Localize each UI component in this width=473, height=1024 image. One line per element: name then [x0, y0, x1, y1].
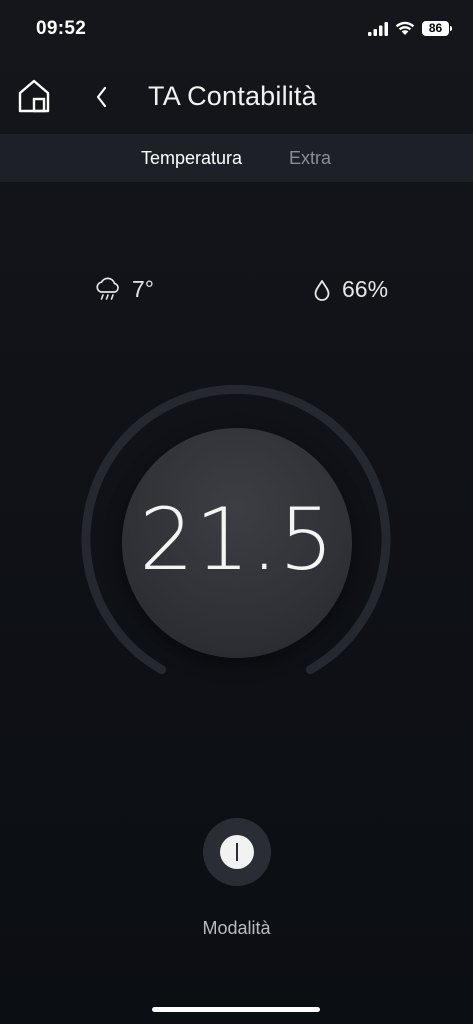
wifi-icon [395, 21, 415, 35]
home-icon[interactable] [17, 78, 51, 114]
signal-icon [368, 21, 388, 36]
humidity-value: 66% [342, 276, 389, 302]
water-drop-icon [314, 279, 330, 301]
rain-cloud-icon [96, 277, 119, 300]
outdoor-temperature: 7° [94, 276, 154, 303]
battery-level: 86 [428, 21, 443, 35]
back-chevron-icon[interactable] [92, 84, 112, 110]
setpoint-temperature: 21.5 [139, 490, 335, 590]
tab-bar: Temperatura Extra [0, 134, 473, 182]
tab-extra[interactable]: Extra [289, 148, 331, 169]
mode-button[interactable] [203, 818, 271, 886]
status-icons: 86 [368, 21, 452, 36]
status-bar: 09:52 86 [0, 0, 473, 60]
status-time: 09:52 [36, 18, 87, 39]
tab-temperatura[interactable]: Temperatura [141, 148, 242, 169]
nav-bar: TA Contabilità [0, 60, 473, 134]
page-title: TA Contabilità [148, 81, 317, 111]
mode-label: Modalità [202, 918, 271, 938]
home-indicator[interactable] [152, 1007, 320, 1012]
mode-icon [220, 835, 254, 869]
battery-icon: 86 [422, 21, 452, 36]
outdoor-temp-value: 7° [132, 276, 154, 302]
humidity: 66% [312, 276, 388, 303]
